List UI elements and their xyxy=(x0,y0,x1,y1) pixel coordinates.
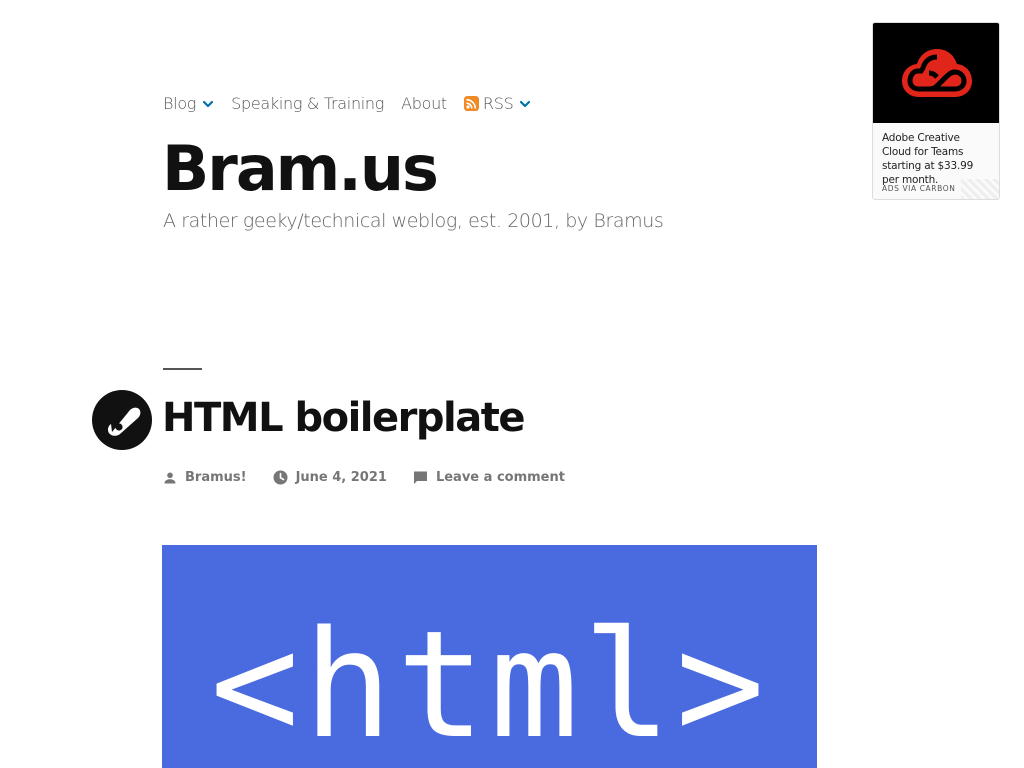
post-comments[interactable]: Leave a comment xyxy=(413,470,565,485)
post-title[interactable]: HTML boilerplate xyxy=(162,396,525,440)
link-format-icon xyxy=(92,390,152,450)
ad-stripes-decoration xyxy=(961,179,999,199)
carbon-ad[interactable]: Adobe Creative Cloud for Teams starting … xyxy=(872,22,1000,200)
page: Blog Speaking & Training About RSS Bram.… xyxy=(0,0,1024,768)
date-text[interactable]: June 4, 2021 xyxy=(296,470,387,485)
nav-item-label: About xyxy=(401,94,447,113)
ad-text[interactable]: Adobe Creative Cloud for Teams starting … xyxy=(873,123,999,187)
ad-image[interactable] xyxy=(873,23,999,123)
post-divider xyxy=(163,368,202,370)
main-navigation: Blog Speaking & Training About RSS xyxy=(163,94,548,113)
nav-item-label: Speaking & Training xyxy=(231,94,385,113)
ad-powered-by[interactable]: ADS VIA CARBON xyxy=(882,184,955,193)
clock-icon xyxy=(273,470,288,485)
nav-item-about[interactable]: About xyxy=(401,94,447,113)
author-name[interactable]: Bramus! xyxy=(185,470,247,485)
site-title[interactable]: Bram.us xyxy=(162,138,439,200)
nav-item-rss[interactable]: RSS xyxy=(463,94,532,113)
chevron-down-icon[interactable] xyxy=(519,98,531,110)
nav-item-label: RSS xyxy=(482,94,514,113)
site-tagline: A rather geeky/technical weblog, est. 20… xyxy=(163,210,664,232)
post-meta: Bramus! June 4, 2021 Leave a comment xyxy=(163,470,591,485)
chevron-down-icon[interactable] xyxy=(202,98,214,110)
person-icon xyxy=(164,472,176,483)
post-date[interactable]: June 4, 2021 xyxy=(273,470,387,485)
nav-item-speaking-training[interactable]: Speaking & Training xyxy=(231,94,384,113)
comment-icon xyxy=(413,471,427,484)
featured-image-text: <html> xyxy=(210,599,769,768)
adobe-creative-cloud-logo xyxy=(902,49,972,97)
post-author[interactable]: Bramus! xyxy=(163,470,247,485)
featured-image[interactable]: <html> xyxy=(162,545,817,768)
nav-item-blog[interactable]: Blog xyxy=(163,94,214,113)
nav-item-label: Blog xyxy=(163,94,197,113)
comments-link[interactable]: Leave a comment xyxy=(436,470,565,485)
rss-icon xyxy=(463,96,479,111)
